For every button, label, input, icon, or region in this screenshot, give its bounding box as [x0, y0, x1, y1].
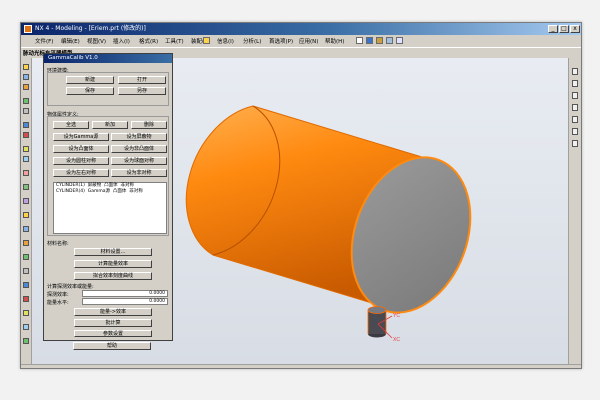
- tool-feature-icon[interactable]: [23, 98, 29, 104]
- material-settings-button[interactable]: 材料设置…: [74, 248, 152, 256]
- open-button[interactable]: 打开: [118, 76, 166, 84]
- tool-extrude-icon[interactable]: [23, 74, 29, 80]
- dialog-title: GammaCalib V1.0: [44, 54, 172, 63]
- view-icon[interactable]: [366, 37, 373, 44]
- snap-icon[interactable]: [396, 37, 403, 44]
- object-shape: 凸面体: [104, 183, 118, 188]
- menu-preferences[interactable]: 首选项(P): [269, 37, 293, 45]
- delete-object-button[interactable]: 删除: [131, 121, 167, 129]
- tool-point-icon[interactable]: [23, 268, 29, 274]
- calc-energy-efficiency-button[interactable]: 计算能量效率: [74, 260, 152, 268]
- tool-blend-icon[interactable]: [23, 146, 29, 152]
- roles-icon[interactable]: [572, 140, 578, 147]
- left-toolbar: [21, 58, 32, 364]
- detector-top: [367, 306, 387, 314]
- layer-icon[interactable]: [386, 37, 393, 44]
- object-symmetry: 非对称: [120, 183, 134, 188]
- efficiency-field[interactable]: 0.0000: [82, 290, 168, 297]
- set-convex-button[interactable]: 设为凸面体: [53, 145, 109, 153]
- energy-to-efficiency-button[interactable]: 能量->效率: [74, 308, 152, 316]
- title-bar: NX 4 - Modeling - [Eriem.prt (修改的)] _ □ …: [21, 23, 581, 35]
- batch-calculate-button[interactable]: 批计算: [74, 319, 152, 327]
- minimize-button[interactable]: _: [548, 25, 558, 33]
- tool-measure-icon[interactable]: [23, 324, 29, 330]
- window-title: NX 4 - Modeling - [Eriem.prt (修改的)]: [35, 25, 146, 32]
- set-gamma-source-button[interactable]: 设为Gamma源: [53, 133, 109, 141]
- tool-sketch-icon[interactable]: [23, 64, 29, 70]
- tool-hole-icon[interactable]: [23, 108, 29, 114]
- part-navigator-icon[interactable]: [572, 80, 578, 87]
- palette-icon[interactable]: [572, 128, 578, 135]
- history-icon[interactable]: [572, 92, 578, 99]
- right-resource-bar: [568, 58, 581, 364]
- assembly-navigator-icon[interactable]: [572, 68, 578, 75]
- fit-efficiency-curve-button[interactable]: 拟合效率刻度曲线: [74, 272, 152, 280]
- energy-field[interactable]: 0.0000: [82, 298, 168, 305]
- new-icon[interactable]: [356, 37, 363, 44]
- menu-application[interactable]: 应用(N): [299, 37, 318, 45]
- tool-csys-icon[interactable]: [23, 310, 29, 316]
- tool-offset-icon[interactable]: [23, 212, 29, 218]
- set-cylinder-symmetry-button[interactable]: 设为圆柱对称: [53, 157, 109, 165]
- menu-insert[interactable]: 插入(I): [113, 37, 130, 45]
- menu-help[interactable]: 帮助(H): [325, 37, 344, 45]
- menu-bar: 文件(F) 编辑(E) 视图(V) 插入(I) 格式(R) 工具(T) 装配(A…: [21, 35, 581, 47]
- object-shape: 凸面体: [112, 188, 127, 194]
- object-role: 屏蔽物: [87, 183, 102, 188]
- menu-analysis[interactable]: 分析(L): [243, 37, 261, 45]
- parameter-settings-button[interactable]: 参数设置: [74, 330, 152, 337]
- tool-subtract-icon[interactable]: [23, 132, 29, 138]
- menu-view[interactable]: 视图(V): [87, 37, 106, 45]
- set-nonconvex-button[interactable]: 设为非凸面体: [111, 145, 167, 153]
- object-list[interactable]: CYLINDER(1) 屏蔽物 凸面体 非对称 CYLINDER(4) Gamm…: [53, 182, 167, 234]
- save-as-button[interactable]: 另存: [118, 87, 166, 95]
- object-name: CYLINDER(1): [56, 183, 85, 188]
- web-browser-icon[interactable]: [572, 116, 578, 123]
- tool-axis-icon[interactable]: [23, 296, 29, 302]
- help-button[interactable]: 帮助: [73, 342, 151, 350]
- list-item[interactable]: CYLINDER(4) Gamma源 凸面体 非对称: [54, 189, 166, 195]
- tool-revolve-icon[interactable]: [23, 84, 29, 90]
- tool-datum-icon[interactable]: [23, 254, 29, 260]
- object-role: Gamma源: [87, 188, 110, 194]
- gammacalib-dialog: GammaCalib V1.0 环境建模: 新建 打开 保存 另存 物体属性定义…: [43, 53, 173, 341]
- object-symmetry: 非对称: [129, 188, 143, 194]
- menu-tools[interactable]: 工具(T): [165, 37, 184, 45]
- tool-plane-icon[interactable]: [23, 282, 29, 288]
- new-button[interactable]: 新建: [66, 76, 114, 84]
- save-button[interactable]: 保存: [66, 87, 114, 95]
- menu-format[interactable]: 格式(R): [139, 37, 158, 45]
- status-bar: [21, 364, 581, 368]
- y-axis-label: YC: [393, 313, 400, 319]
- set-asymmetric-button[interactable]: 设为非对称: [111, 169, 167, 177]
- tool-chamfer-icon[interactable]: [23, 156, 29, 162]
- object-name: CYLINDER(4): [56, 188, 85, 194]
- set-lr-symmetry-button[interactable]: 设为左右对称: [53, 169, 109, 177]
- render-icon[interactable]: [376, 37, 383, 44]
- select-all-button[interactable]: 全选: [53, 121, 89, 129]
- undo-icon[interactable]: [203, 37, 210, 44]
- menu-edit[interactable]: 编辑(E): [61, 37, 80, 45]
- app-icon: [24, 25, 32, 33]
- material-label: 材料名称:: [47, 241, 69, 247]
- menu-file[interactable]: 文件(F): [35, 37, 53, 45]
- close-button[interactable]: x: [570, 25, 580, 33]
- x-axis-label: XC: [393, 337, 400, 343]
- menu-info[interactable]: 信息(I): [217, 37, 234, 45]
- set-shield-button[interactable]: 设为屏蔽物: [111, 133, 167, 141]
- tool-trim-icon[interactable]: [23, 226, 29, 232]
- tool-pattern-icon[interactable]: [23, 184, 29, 190]
- tool-boolean-icon[interactable]: [23, 122, 29, 128]
- tool-mirror-icon[interactable]: [23, 198, 29, 204]
- efficiency-label: 探测效率:: [47, 292, 69, 298]
- add-object-button[interactable]: 新加: [92, 121, 128, 129]
- calc-section-label: 计算探测效率或能量:: [47, 284, 94, 290]
- maximize-button[interactable]: □: [559, 25, 569, 33]
- tool-shell-icon[interactable]: [23, 170, 29, 176]
- set-sphere-symmetry-button[interactable]: 设为球面对称: [111, 157, 167, 165]
- tool-split-icon[interactable]: [23, 240, 29, 246]
- reuse-library-icon[interactable]: [572, 104, 578, 111]
- tool-analysis-icon[interactable]: [23, 338, 29, 344]
- energy-label: 能量水平:: [47, 300, 69, 306]
